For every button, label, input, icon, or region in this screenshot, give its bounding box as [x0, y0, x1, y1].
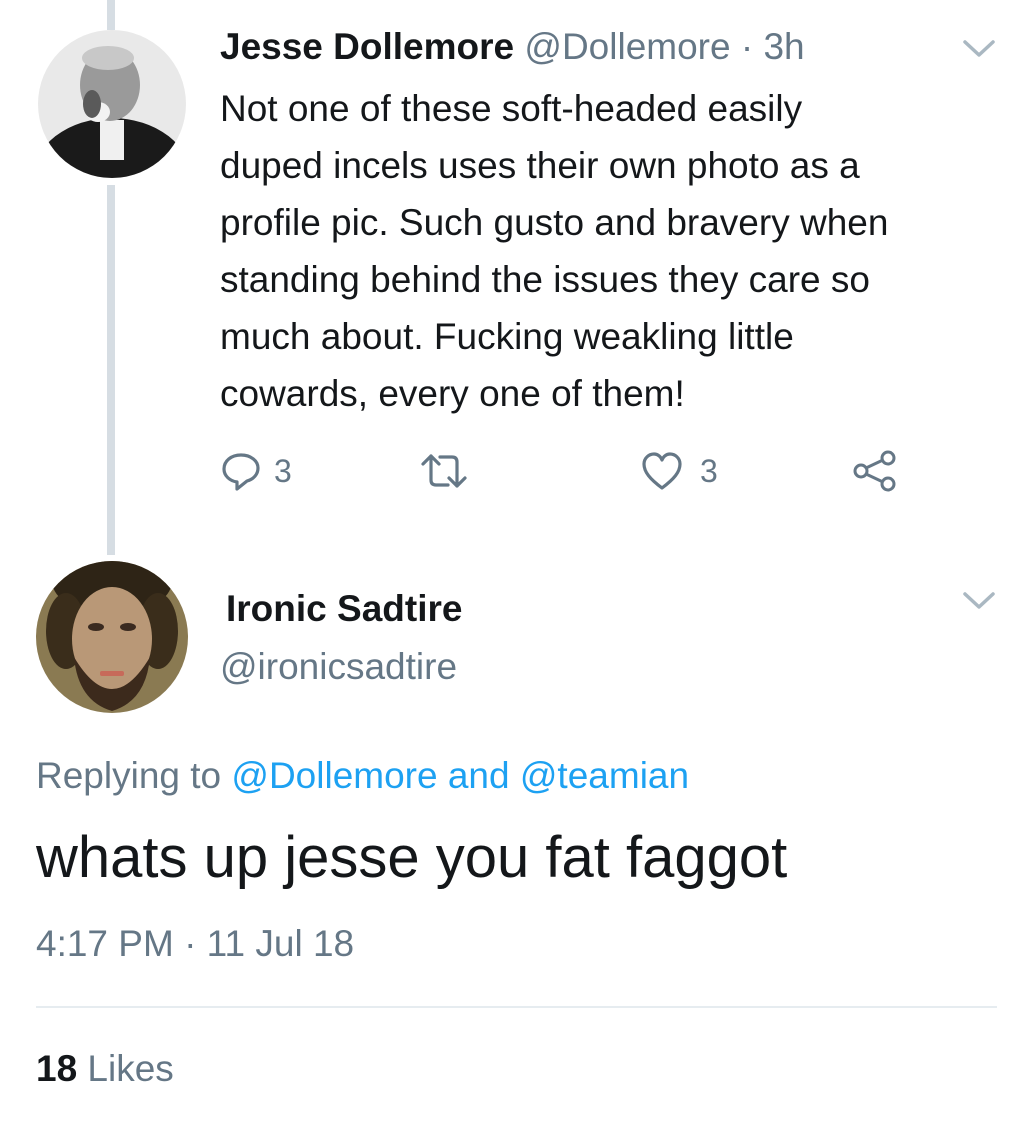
like-count: 3 — [700, 452, 718, 489]
tweet-time[interactable]: 3h — [763, 26, 804, 67]
share-button[interactable] — [852, 450, 898, 492]
reply-button[interactable]: 3 — [220, 450, 292, 492]
divider — [36, 1006, 997, 1008]
chevron-down-icon[interactable] — [962, 38, 996, 65]
author-handle[interactable]: @Dollemore — [524, 26, 730, 67]
likes-label: Likes — [77, 1048, 174, 1089]
likes-count: 18 — [36, 1048, 78, 1089]
author-name[interactable]: Ironic Sadtire — [226, 588, 462, 630]
replying-and: and — [437, 755, 520, 796]
thread-connector — [107, 185, 115, 555]
reply-count: 3 — [274, 452, 292, 489]
meta-separator: · — [730, 26, 764, 67]
retweet-icon — [420, 450, 468, 492]
mention-teamian[interactable]: @teamian — [520, 755, 689, 796]
chevron-down-icon[interactable] — [962, 590, 996, 617]
tweet-timestamp[interactable]: 4:17 PM · 11 Jul 18 — [36, 923, 354, 965]
tweet2-text: whats up jesse you fat faggot — [36, 825, 788, 890]
author-name[interactable]: Jesse Dollemore — [220, 26, 514, 67]
tweet1-text: Not one of these soft-headed easily dupe… — [220, 88, 889, 414]
replying-prefix: Replying to — [36, 755, 232, 796]
author-handle[interactable]: @ironicsadtire — [220, 646, 457, 688]
share-icon — [852, 450, 898, 492]
heart-icon — [640, 450, 684, 492]
thread-connector-top — [107, 0, 115, 30]
tweet1-actions: 3 3 — [0, 446, 1031, 496]
likes-summary[interactable]: 18 Likes — [36, 1048, 174, 1090]
replying-to: Replying to @Dollemore and @teamian — [36, 755, 689, 797]
mention-dollemore[interactable]: @Dollemore — [231, 755, 437, 796]
avatar-jesse[interactable] — [38, 30, 186, 178]
tweet1-header: Jesse Dollemore @Dollemore · 3h — [220, 26, 805, 68]
avatar-ironic-sadtire[interactable] — [36, 561, 188, 713]
retweet-button[interactable] — [420, 450, 468, 492]
like-button[interactable]: 3 — [640, 450, 718, 492]
reply-icon — [220, 450, 262, 492]
